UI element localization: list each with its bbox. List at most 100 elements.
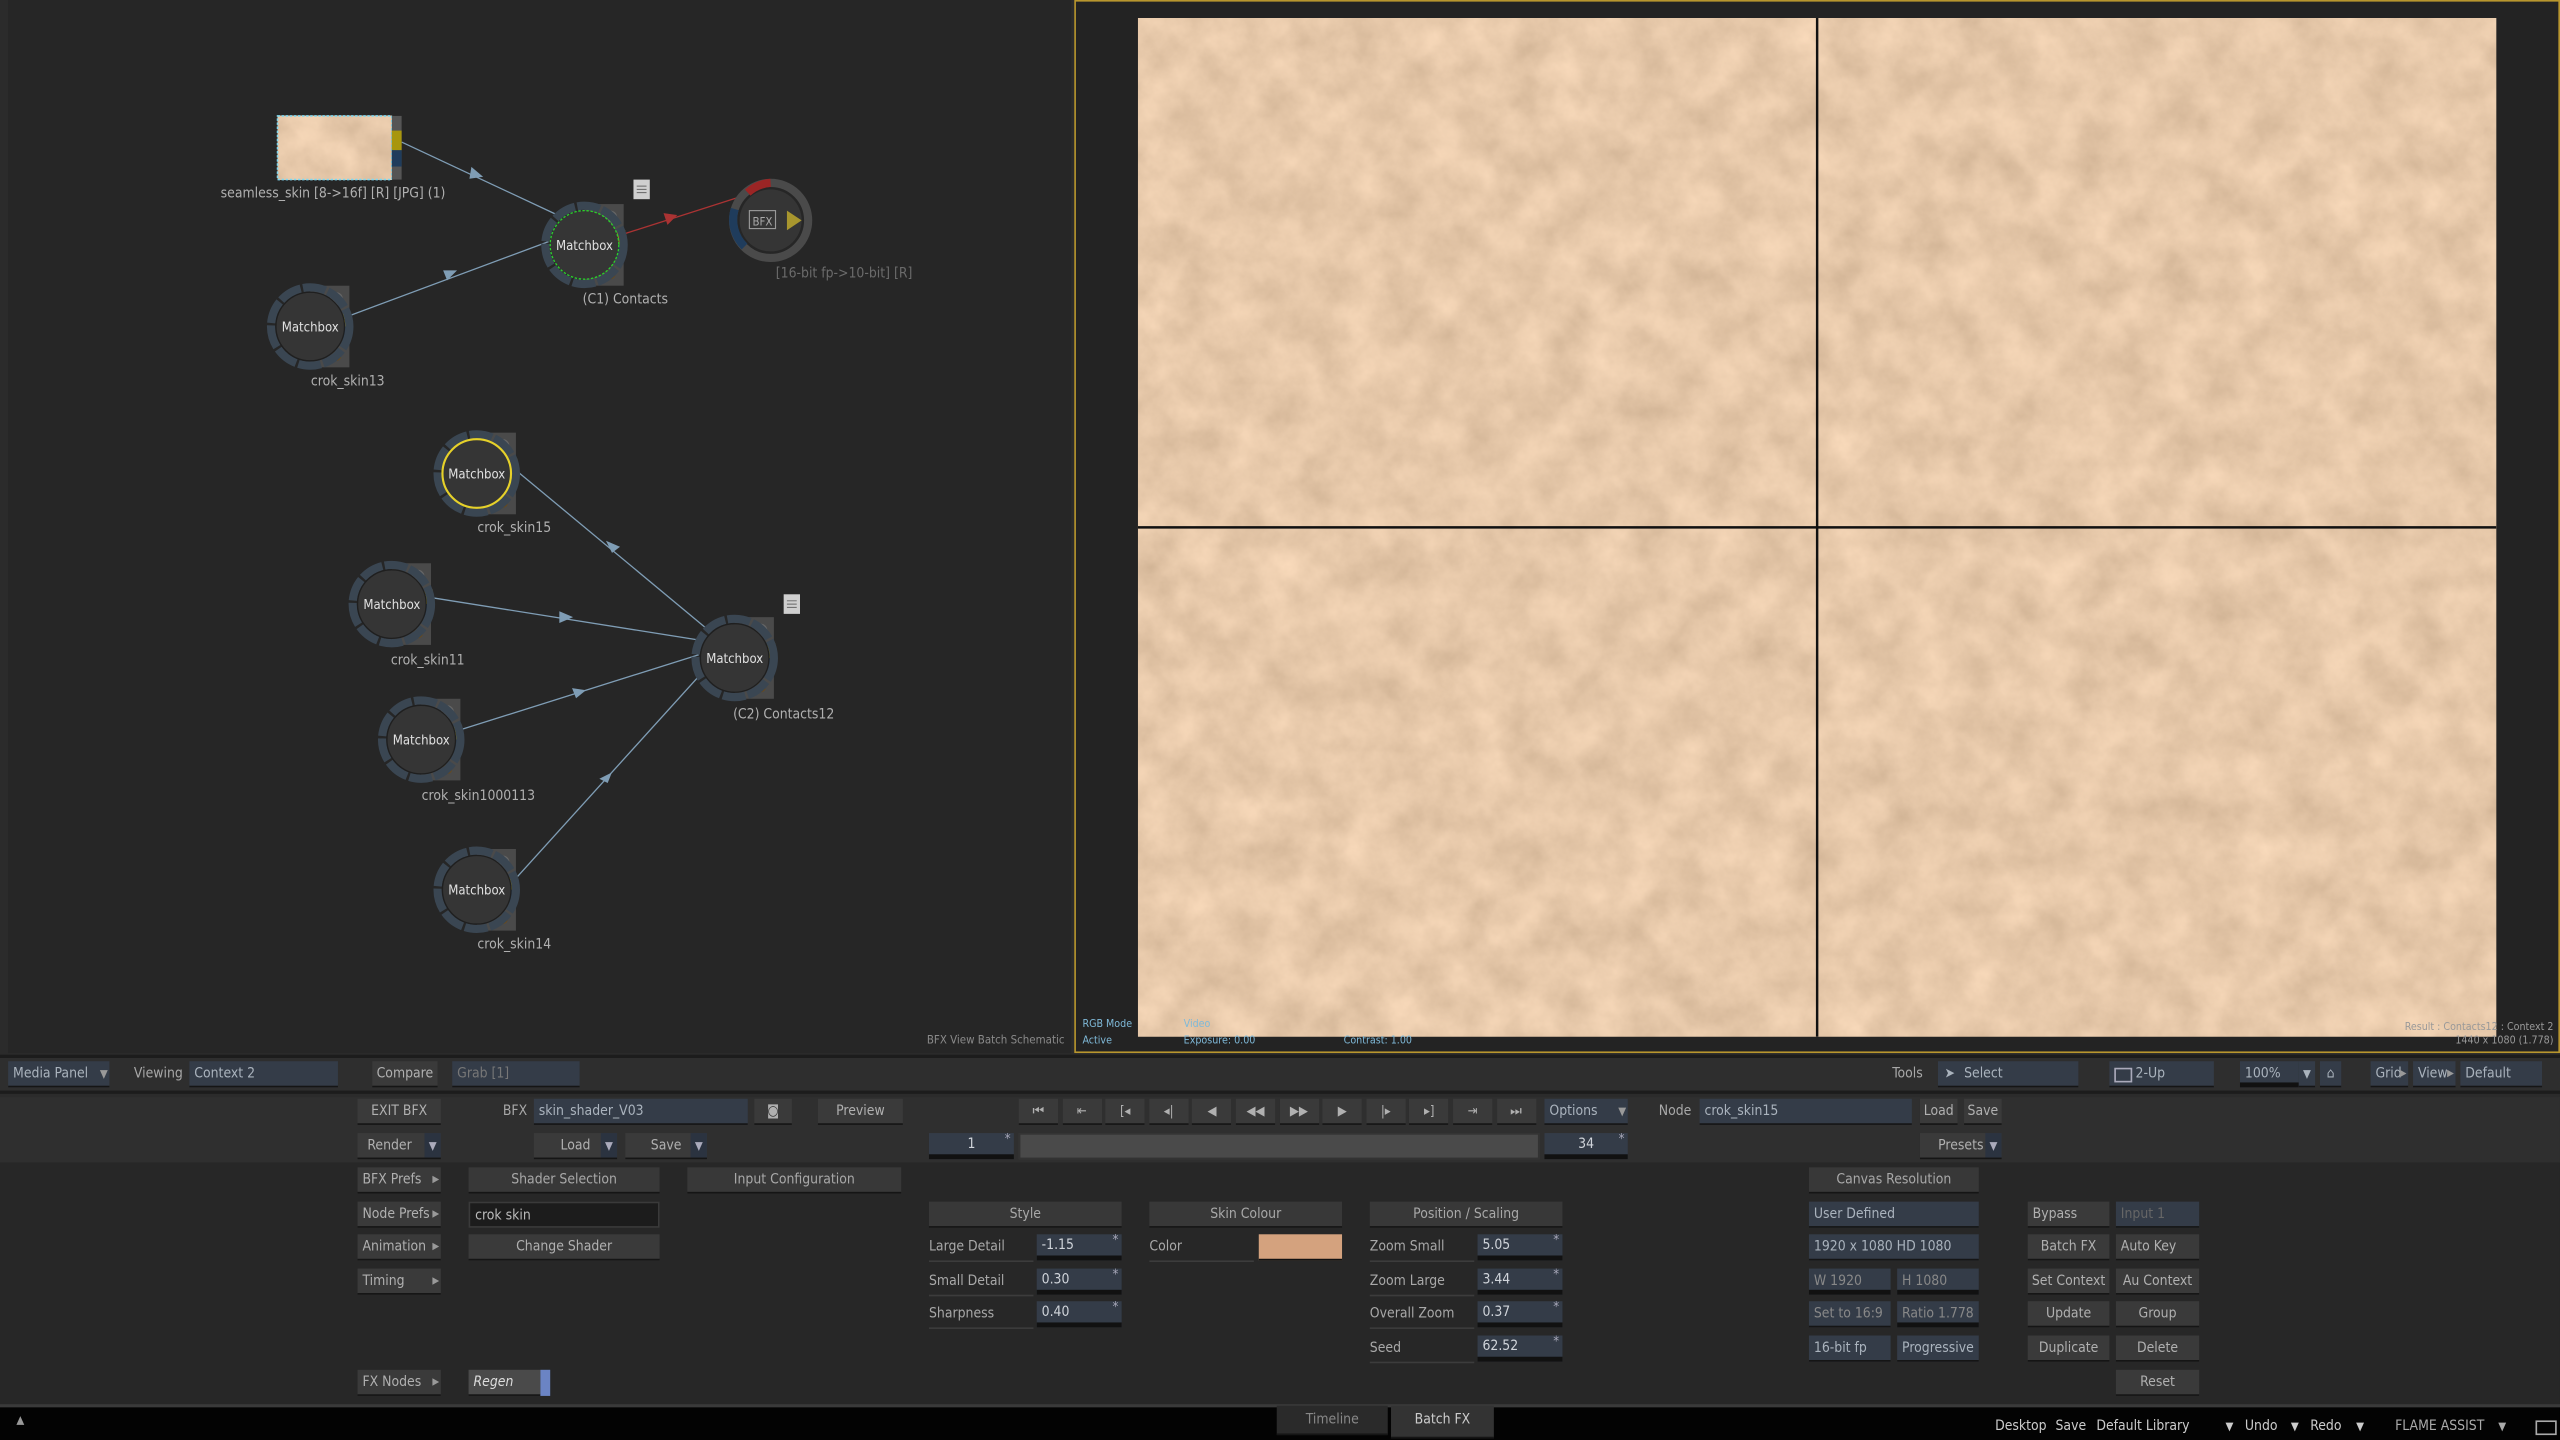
- input-selector[interactable]: Input 1: [2115, 1201, 2200, 1228]
- bfx-setup-name-field[interactable]: skin_shader_V03: [533, 1098, 748, 1125]
- batch-fx-button[interactable]: Batch FX: [2027, 1234, 2110, 1261]
- zoom-field[interactable]: 100%: [2239, 1061, 2299, 1088]
- frame-end-field[interactable]: 34: [1544, 1128, 1628, 1160]
- set-16-9-button[interactable]: Set to 16:9: [1808, 1301, 1891, 1328]
- matchbox-node[interactable]: Matchbox crok_skin15: [433, 430, 552, 537]
- regen-toggle[interactable]: Regen: [468, 1369, 541, 1396]
- tab-batch-fx[interactable]: Batch FX: [1391, 1405, 1494, 1439]
- group-button[interactable]: Group: [2115, 1301, 2200, 1328]
- fx-nodes-button[interactable]: FX Nodes ▶: [357, 1369, 441, 1396]
- timeline-scrubber[interactable]: [1018, 1133, 1540, 1160]
- bfx-prefs-button[interactable]: BFX Prefs ▶: [357, 1167, 441, 1194]
- tab-timeline[interactable]: Timeline: [1276, 1405, 1388, 1436]
- save-button[interactable]: Save: [2056, 1414, 2087, 1440]
- render-dropdown[interactable]: Render ▼: [357, 1133, 441, 1160]
- flame-assist-menu[interactable]: FLAME ASSIST ▼: [2395, 1414, 2506, 1440]
- change-shader-button[interactable]: Change Shader: [468, 1234, 660, 1261]
- duplicate-button[interactable]: Duplicate: [2027, 1335, 2110, 1362]
- update-button[interactable]: Update: [2027, 1301, 2110, 1328]
- zoom-large-field[interactable]: 3.44: [1477, 1264, 1563, 1295]
- sharpness-field[interactable]: 0.40: [1036, 1296, 1122, 1328]
- select-tool-button[interactable]: ➤ Select: [1937, 1061, 2079, 1088]
- exit-bfx-button[interactable]: EXIT BFX: [357, 1098, 441, 1125]
- height-field[interactable]: H 1080: [1897, 1268, 1979, 1295]
- next-key-button[interactable]: |▸: [1366, 1098, 1406, 1125]
- home-icon[interactable]: ⌂: [2319, 1061, 2342, 1088]
- shader-search-input[interactable]: crok skin: [468, 1201, 660, 1228]
- redo-button[interactable]: Redo ▼: [2310, 1414, 2364, 1440]
- set-context-button[interactable]: Set Context: [2027, 1268, 2110, 1295]
- note-icon[interactable]: [783, 594, 800, 614]
- node-graph[interactable]: seamless_skin [8->16f] [R] [JPG] (1) Mat…: [0, 0, 1063, 1053]
- matchbox-node[interactable]: Matchbox crok_skin11: [348, 560, 465, 668]
- zoom-dropdown-chevron-down-icon[interactable]: ▼: [2298, 1061, 2316, 1088]
- options-dropdown[interactable]: Options ▼: [1544, 1098, 1628, 1125]
- viewing-context-field[interactable]: Context 2: [189, 1061, 338, 1088]
- play-forward-button[interactable]: ▶▶: [1279, 1098, 1319, 1125]
- next-frame-key-button[interactable]: ⇥: [1453, 1098, 1493, 1125]
- scan-mode-dropdown[interactable]: Progressive: [1897, 1335, 1979, 1362]
- zoom-small-field[interactable]: 5.05: [1477, 1229, 1563, 1261]
- small-detail-field[interactable]: 0.30: [1036, 1264, 1122, 1295]
- viewer[interactable]: RGB Mode Active Video Exposure: 0.00 Con…: [1074, 0, 2560, 1054]
- skin-color-swatch[interactable]: [1258, 1234, 1343, 1261]
- tab-input-configuration[interactable]: Input Configuration: [687, 1167, 902, 1194]
- matchbox-node[interactable]: Matchbox crok_skin13: [266, 283, 385, 390]
- grab-field[interactable]: Grab [1]: [452, 1061, 580, 1088]
- matchbox-node[interactable]: Matchbox (C2) Contacts12: [691, 614, 835, 722]
- node-prefs-button[interactable]: Node Prefs ▶: [357, 1201, 441, 1228]
- setup-load-dropdown[interactable]: Load ▼: [533, 1133, 618, 1160]
- animation-button[interactable]: Animation ▶: [357, 1234, 441, 1261]
- grid-button[interactable]: Grid ▶: [2370, 1061, 2409, 1088]
- presets-dropdown[interactable]: Presets ▼: [1919, 1133, 2002, 1160]
- node-load-button[interactable]: Load: [1919, 1098, 1958, 1125]
- seed-field[interactable]: 62.52: [1477, 1331, 1563, 1362]
- go-end-button[interactable]: ⏭: [1496, 1098, 1536, 1125]
- view-button[interactable]: View ▶: [2413, 1061, 2456, 1088]
- view-preset-field[interactable]: Default: [2460, 1061, 2543, 1088]
- large-detail-field[interactable]: -1.15: [1036, 1229, 1122, 1261]
- two-up-layout-button[interactable]: 2-Up: [2109, 1061, 2214, 1088]
- step-back-button[interactable]: ◀: [1192, 1098, 1232, 1125]
- clip-node-seamless-skin[interactable]: seamless_skin [8->16f] [R] [JPG] (1): [221, 115, 446, 202]
- auto-key-toggle[interactable]: Auto Key: [2115, 1234, 2200, 1261]
- camera-icon[interactable]: ◙: [754, 1098, 792, 1125]
- ratio-field[interactable]: Ratio 1.778: [1897, 1301, 1979, 1328]
- library-dropdown[interactable]: Default Library ▼: [2096, 1414, 2233, 1440]
- batch-schematic[interactable]: seamless_skin [8->16f] [R] [JPG] (1) Mat…: [8, 0, 1072, 1054]
- mark-out-button[interactable]: ▸]: [1409, 1098, 1449, 1125]
- overall-zoom-field[interactable]: 0.37: [1477, 1296, 1563, 1328]
- prev-key-button[interactable]: ⇤: [1062, 1098, 1102, 1125]
- matchbox-node[interactable]: Matchbox crok_skin14: [433, 846, 552, 953]
- play-back-button[interactable]: ◀◀: [1235, 1098, 1276, 1125]
- undo-button[interactable]: Undo ▼: [2245, 1414, 2299, 1440]
- delete-button[interactable]: Delete: [2115, 1335, 2200, 1362]
- step-forward-button[interactable]: ▶: [1322, 1098, 1362, 1125]
- au-context-button[interactable]: Au Context: [2115, 1268, 2200, 1295]
- keyboard-icon[interactable]: [2535, 1420, 2557, 1436]
- bypass-toggle[interactable]: Bypass: [2027, 1201, 2110, 1228]
- matchbox-node[interactable]: Matchbox crok_skin1000113: [377, 696, 535, 804]
- resolution-preset-dropdown[interactable]: User Defined: [1808, 1201, 1979, 1228]
- expand-icon[interactable]: ▲: [16, 1414, 24, 1427]
- bfx-output-node[interactable]: BFX [16-bit fp->10-bit] [R]: [728, 178, 912, 282]
- resolution-format-dropdown[interactable]: 1920 x 1080 HD 1080: [1808, 1234, 1979, 1261]
- preview-button[interactable]: Preview: [817, 1098, 903, 1125]
- media-panel-dropdown[interactable]: Media Panel ▼: [8, 1061, 110, 1088]
- frame-start-field[interactable]: 1: [928, 1128, 1014, 1160]
- timing-button[interactable]: Timing ▶: [357, 1268, 441, 1295]
- compare-button[interactable]: Compare: [372, 1061, 438, 1088]
- note-icon[interactable]: [633, 179, 650, 200]
- tab-shader-selection[interactable]: Shader Selection: [468, 1167, 660, 1194]
- prev-frame-key-button[interactable]: ◂|: [1149, 1098, 1189, 1125]
- reset-button[interactable]: Reset: [2115, 1369, 2200, 1396]
- node-save-button[interactable]: Save: [1964, 1098, 2002, 1125]
- node-name-field[interactable]: crok_skin15: [1699, 1098, 1912, 1125]
- desktop-button[interactable]: Desktop: [1995, 1414, 2047, 1440]
- setup-save-dropdown[interactable]: Save ▼: [625, 1133, 707, 1160]
- width-field[interactable]: W 1920: [1808, 1268, 1891, 1295]
- bit-depth-dropdown[interactable]: 16-bit fp: [1808, 1335, 1891, 1362]
- matchbox-node[interactable]: Matchbox (C1) Contacts: [541, 201, 668, 308]
- go-start-button[interactable]: ⏮: [1018, 1098, 1058, 1125]
- mark-in-button[interactable]: [◂: [1105, 1098, 1145, 1125]
